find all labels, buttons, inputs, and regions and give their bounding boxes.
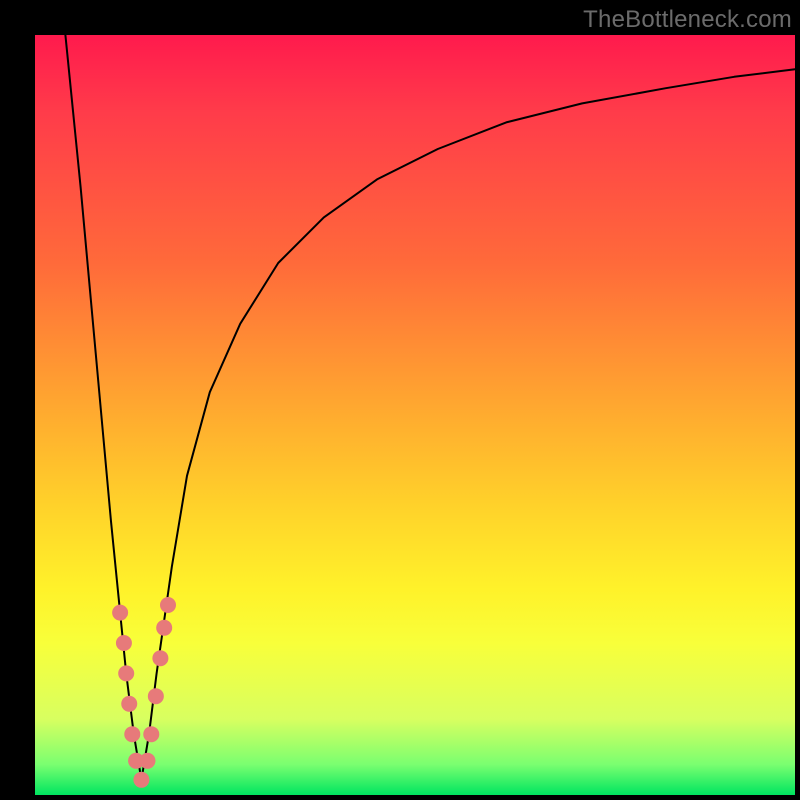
curve-right-branch bbox=[141, 69, 795, 780]
curve-layer bbox=[35, 35, 795, 795]
marker-dot bbox=[133, 772, 149, 788]
marker-dot bbox=[121, 696, 137, 712]
marker-dot bbox=[148, 688, 164, 704]
marker-dot bbox=[156, 620, 172, 636]
marker-dot bbox=[152, 650, 168, 666]
marker-dot bbox=[118, 665, 134, 681]
plot-area bbox=[35, 35, 795, 795]
chart-frame: TheBottleneck.com bbox=[0, 0, 800, 800]
marker-dot bbox=[112, 605, 128, 621]
marker-dot bbox=[160, 597, 176, 613]
watermark-text: TheBottleneck.com bbox=[583, 6, 792, 34]
marker-dot bbox=[143, 726, 159, 742]
marker-dot bbox=[139, 753, 155, 769]
marker-dot bbox=[124, 726, 140, 742]
marker-dot bbox=[116, 635, 132, 651]
